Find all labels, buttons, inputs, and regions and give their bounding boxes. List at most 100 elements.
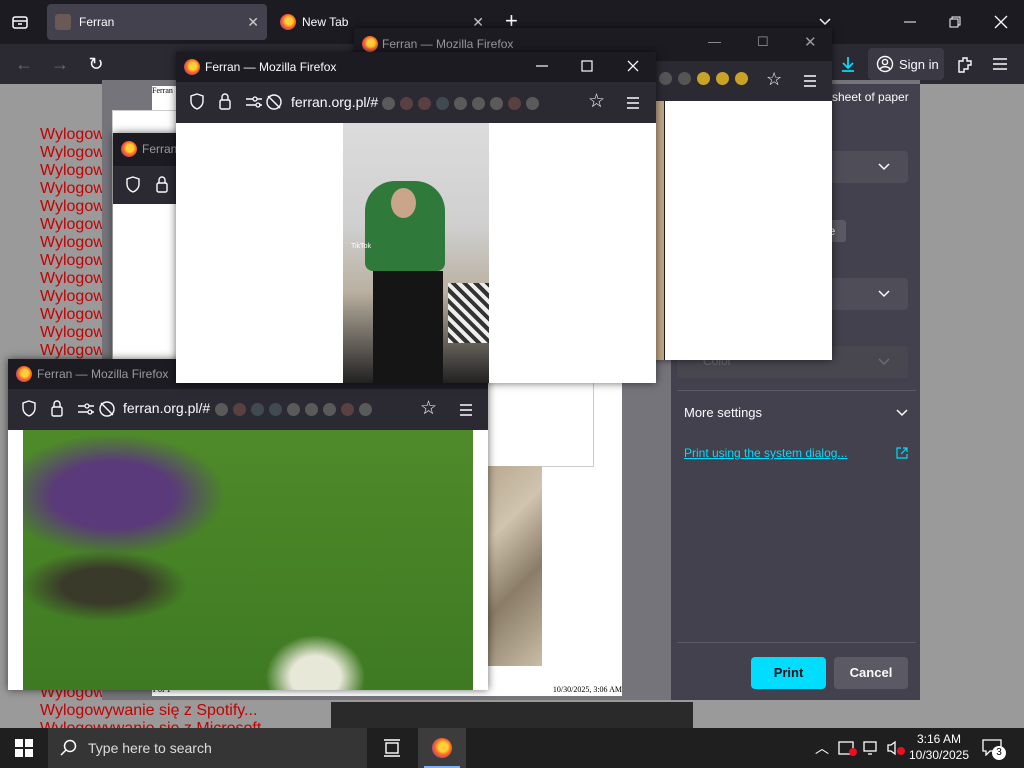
toolbar: ferran.org.pl/# ☆ — [176, 82, 656, 123]
page-line: Wylogow — [40, 252, 105, 269]
page-line: Wylogow — [40, 180, 105, 197]
url-text[interactable]: ferran.org.pl/# — [291, 94, 378, 110]
shield-icon — [126, 176, 140, 193]
security-alert-icon[interactable] — [838, 739, 858, 757]
permissions-icon — [246, 96, 262, 108]
video-face — [391, 188, 416, 218]
task-view-icon[interactable] — [383, 739, 401, 757]
background-image-strip — [331, 702, 693, 728]
page-blank — [665, 101, 832, 360]
bookmark-star-icon[interactable]: ☆ — [588, 90, 605, 113]
page-line: Wylogow — [40, 126, 105, 143]
divider — [677, 642, 916, 643]
window-title: Ferran — Mozilla Firefox — [37, 367, 169, 381]
preview-header: Ferran — [152, 86, 173, 95]
restore-icon[interactable] — [947, 14, 963, 30]
soccer-video[interactable] — [23, 430, 473, 690]
minimize-icon[interactable] — [534, 59, 550, 73]
firefox-window-small: Ferran — [113, 133, 183, 359]
lock-icon — [156, 176, 168, 193]
page-line: Wylogow — [40, 270, 105, 287]
window-title: Ferran — Mozilla Firefox — [382, 37, 514, 51]
url-emoji-icons — [215, 403, 372, 416]
account-icon — [876, 55, 894, 73]
wylogow-list: Wylogow Wylogow Wylogow Wylogow Wylogow Wylog… — [40, 126, 105, 360]
page-line: Wylogow — [40, 342, 105, 359]
taskbar-firefox-button[interactable] — [418, 728, 466, 768]
page-line: Wylogow — [40, 144, 105, 161]
close-icon[interactable]: ✕ — [247, 14, 259, 31]
page-line: Wylogow — [40, 234, 105, 251]
minimize-icon[interactable] — [902, 14, 918, 30]
firefox-icon — [432, 738, 452, 758]
chevron-up-icon[interactable]: ︿ — [815, 738, 829, 758]
firefox-icon — [121, 141, 137, 157]
video-blanket — [448, 283, 489, 343]
system-dialog-link[interactable]: Print using the system dialog... — [684, 446, 847, 460]
autoplay-blocked-icon — [266, 94, 282, 110]
divider — [677, 390, 916, 391]
close-window-icon[interactable] — [993, 14, 1009, 30]
page-line: Wylogow — [40, 216, 105, 233]
sign-in-button[interactable]: Sign in — [868, 48, 944, 80]
shield-icon — [22, 400, 36, 417]
page-blank — [113, 204, 183, 359]
page-line: Wylogow — [40, 288, 105, 305]
menu-icon[interactable] — [458, 402, 474, 418]
tab-manager-icon[interactable] — [10, 12, 30, 32]
firefox-icon — [16, 366, 32, 382]
notification-center[interactable]: 3 — [982, 738, 1006, 760]
tab-ferran[interactable]: Ferran ✕ — [47, 4, 267, 40]
tab-label: Ferran — [79, 15, 115, 29]
notification-badge: 3 — [992, 746, 1006, 760]
external-link-icon — [896, 447, 908, 459]
bookmark-star-icon[interactable]: ☆ — [766, 69, 782, 90]
lock-icon — [51, 400, 63, 417]
menu-icon[interactable] — [802, 73, 818, 89]
toolbar — [113, 166, 183, 204]
page-line: Wylogowywanie się z Spotify... — [40, 702, 258, 719]
close-icon[interactable] — [625, 58, 641, 74]
page-area: TikTok — [176, 123, 656, 383]
print-button[interactable]: Print — [751, 657, 826, 689]
clock[interactable]: 3:16 AM 10/30/2025 — [908, 731, 970, 763]
sign-in-label: Sign in — [899, 56, 939, 72]
page-line: Wylogow — [40, 198, 105, 215]
extensions-icon[interactable] — [955, 54, 975, 74]
more-settings-toggle[interactable]: More settings — [684, 405, 762, 420]
close-icon[interactable]: ✕ — [804, 33, 817, 51]
search-placeholder: Type here to search — [88, 740, 212, 756]
ferran-favicon — [55, 14, 71, 30]
back-icon[interactable]: ← — [9, 44, 39, 84]
clock-time: 3:16 AM — [916, 732, 962, 746]
tiktok-video[interactable]: TikTok — [343, 123, 489, 383]
autoplay-blocked-icon — [99, 401, 115, 417]
sheet-label: sheet of paper — [832, 90, 909, 104]
windows-start-icon[interactable] — [15, 739, 33, 757]
forward-icon[interactable]: → — [45, 44, 75, 84]
menu-icon[interactable] — [991, 55, 1009, 73]
shield-icon — [190, 93, 204, 110]
bookmark-star-icon[interactable]: ☆ — [420, 397, 437, 420]
minimize-icon[interactable]: — — [708, 34, 721, 49]
cancel-button[interactable]: Cancel — [834, 657, 908, 689]
maximize-icon[interactable] — [579, 58, 595, 74]
taskbar-search[interactable]: Type here to search — [48, 728, 367, 768]
tiktok-watermark: TikTok — [351, 243, 371, 250]
url-emoji-icons — [659, 72, 748, 85]
preview-footer-right: 10/30/2025, 3:06 AM — [552, 685, 622, 694]
lock-icon — [219, 93, 231, 110]
chevron-down-icon — [878, 290, 890, 298]
download-icon[interactable] — [838, 54, 858, 74]
chevron-down-icon — [878, 163, 890, 171]
network-icon[interactable] — [862, 739, 882, 757]
toolbar: ferran.org.pl/# ☆ — [8, 389, 488, 430]
menu-icon[interactable] — [625, 95, 641, 111]
maximize-icon[interactable]: ☐ — [757, 34, 769, 50]
volume-muted-icon[interactable] — [886, 739, 906, 757]
chevron-down-icon[interactable] — [896, 408, 908, 418]
video-legs — [373, 271, 443, 383]
reload-icon[interactable]: ↻ — [81, 44, 111, 84]
url-text[interactable]: ferran.org.pl/# — [123, 400, 210, 416]
firefox-icon — [184, 59, 200, 75]
